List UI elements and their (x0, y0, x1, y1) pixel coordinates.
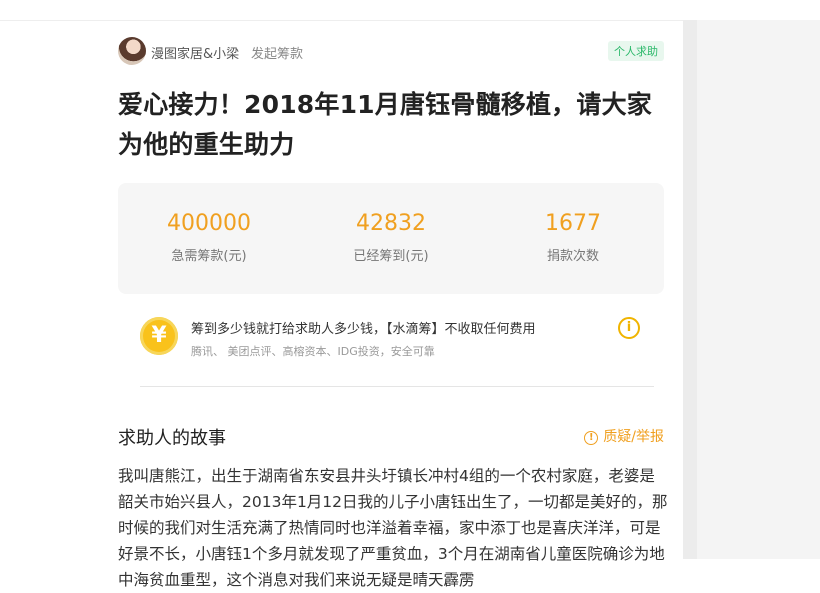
fee-notice-text: 筹到多少钱就打给求助人多少钱，【水滴筹】不收取任何费用 (191, 322, 536, 337)
stat-raised-label: 已经筹到(元) (353, 249, 429, 264)
stat-donations-label: 捐款次数 (546, 249, 599, 264)
page-title: 爱心接力！2018年11月唐钰骨髓移植，请大家为他的重生助力 (118, 90, 652, 159)
info-icon[interactable]: i (618, 317, 640, 339)
story-body: 我叫唐熊江，出生于湖南省东安县井头圩镇长冲村4组的一个农村家庭，老婆是韶关市始兴… (118, 467, 668, 589)
report-link[interactable]: ! 质疑/举报 (584, 426, 664, 446)
fee-notice: ¥ 筹到多少钱就打给求助人多少钱，【水滴筹】不收取任何费用 腾讯、 美团点评、高… (140, 317, 640, 361)
report-label: 质疑/举报 (603, 429, 664, 445)
avatar[interactable] (118, 37, 146, 65)
stat-raised-value: 42832 (356, 211, 426, 236)
stat-goal-value: 400000 (167, 211, 251, 236)
stat-donations: 1677 捐款次数 (482, 209, 664, 264)
campaign-page: 漫图家居&小梁 发起筹款 个人求助 爱心接力！2018年11月唐钰骨髓移植，请大… (98, 21, 683, 589)
author-row: 漫图家居&小梁 发起筹款 个人求助 (118, 37, 664, 67)
right-side-panel (683, 20, 820, 559)
stat-goal: 400000 急需筹款(元) (118, 209, 300, 264)
personal-help-badge: 个人求助 (608, 41, 664, 61)
stat-goal-label: 急需筹款(元) (171, 249, 247, 264)
story-heading: 求助人的故事 (118, 428, 226, 449)
stat-raised: 42832 已经筹到(元) (300, 209, 482, 264)
scrollbar-track[interactable] (683, 20, 697, 559)
top-bar (0, 0, 820, 21)
yuan-coin-icon: ¥ (140, 317, 178, 355)
investors-text: 腾讯、 美团点评、高榕资本、IDG投资，安全可靠 (191, 345, 435, 358)
author-name[interactable]: 漫图家居&小梁 (151, 43, 239, 62)
author-action: 发起筹款 (251, 47, 304, 62)
warning-icon: ! (584, 431, 599, 445)
divider (140, 386, 654, 387)
stat-donations-value: 1677 (545, 211, 601, 236)
stats-panel: 400000 急需筹款(元) 42832 已经筹到(元) 1677 捐款次数 (118, 183, 664, 294)
